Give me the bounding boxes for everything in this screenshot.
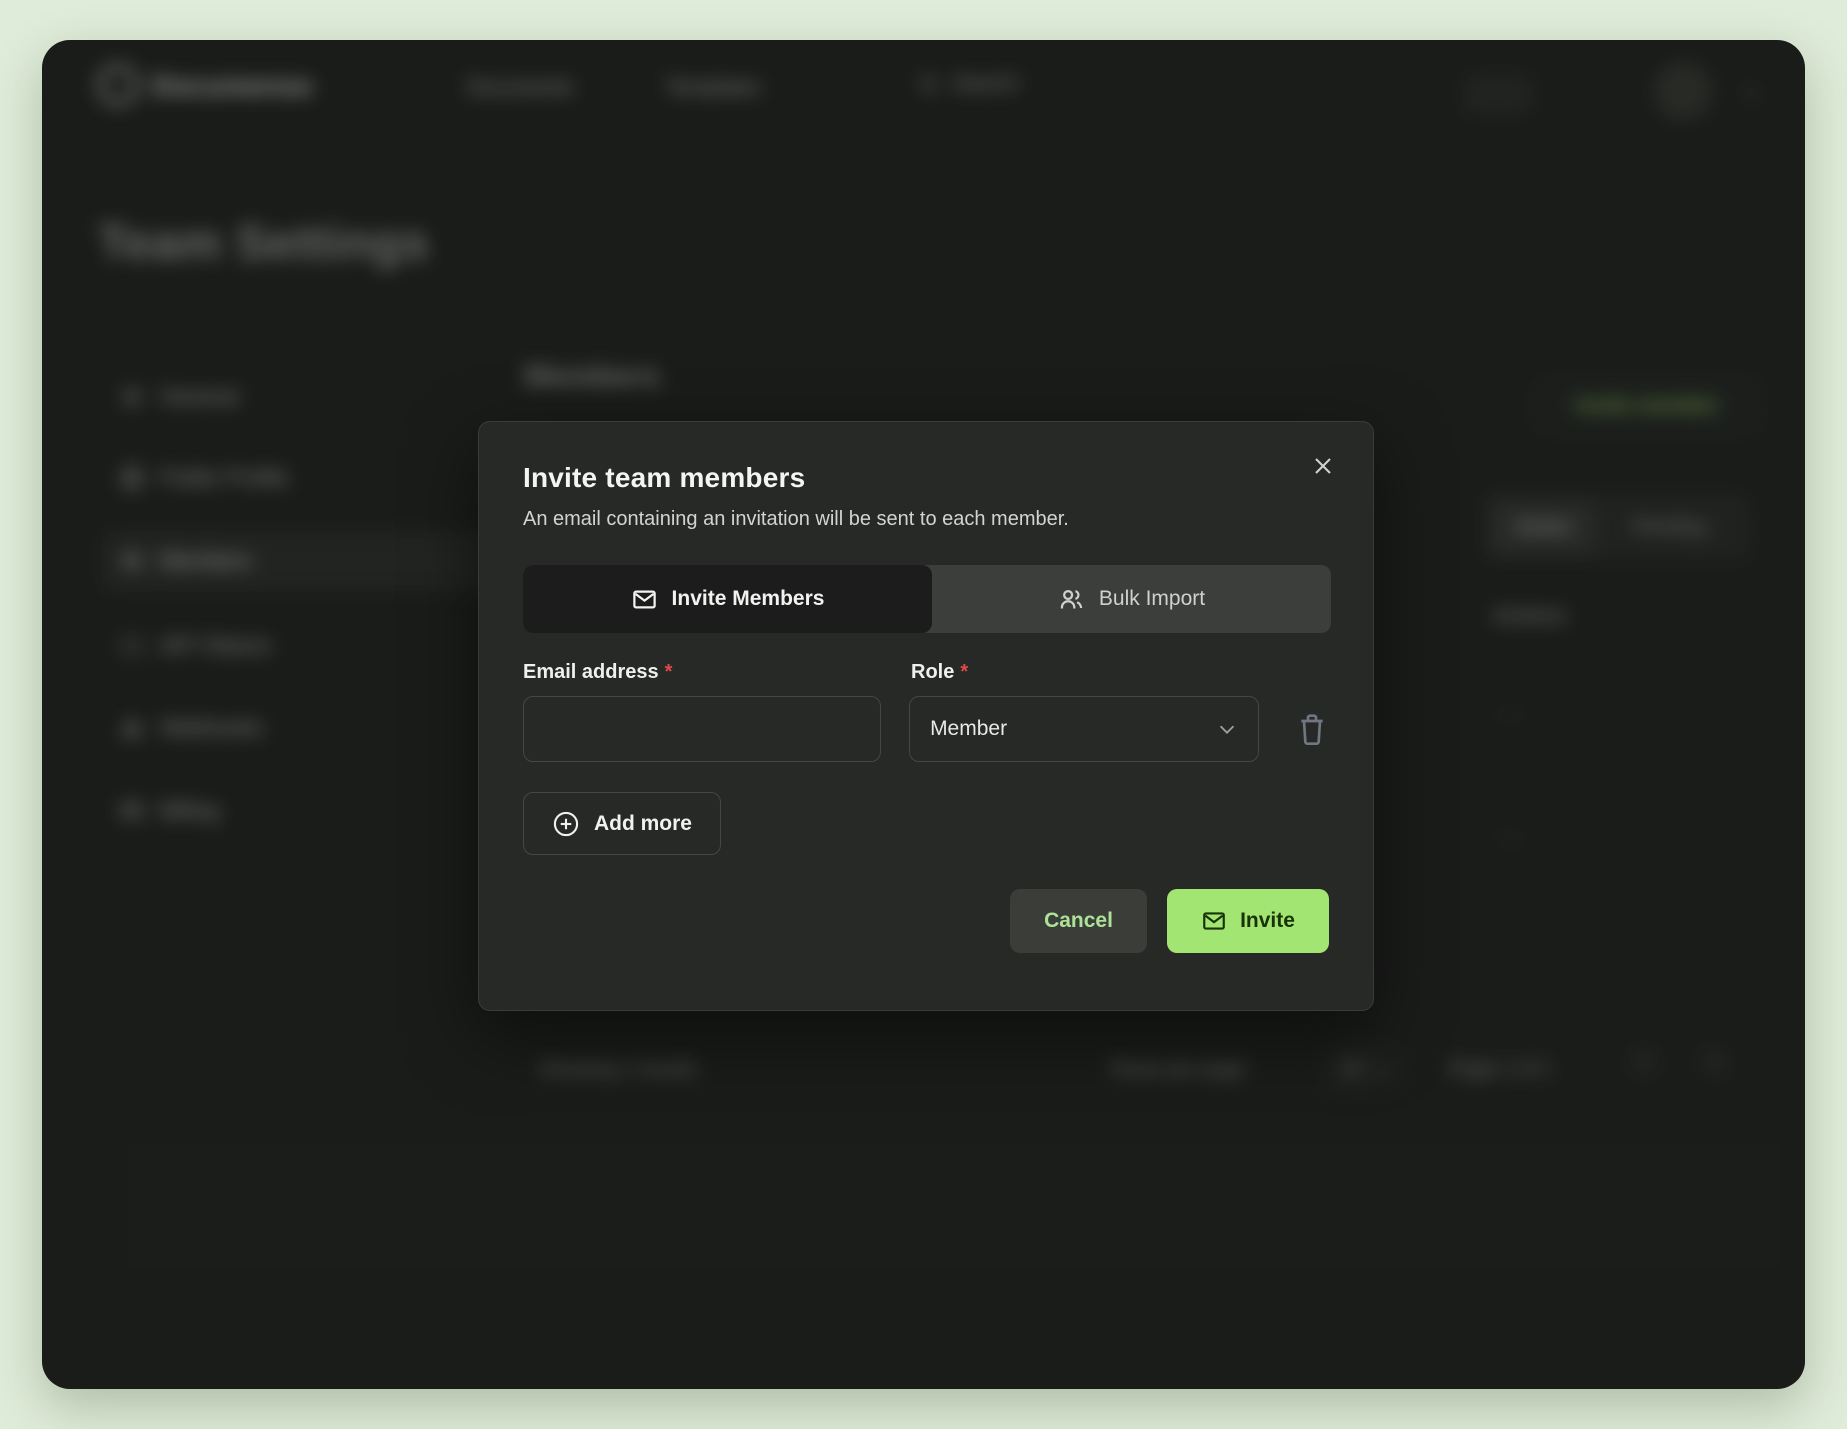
chevron-down-icon [1216,718,1238,740]
mail-icon [631,586,658,613]
email-input[interactable] [523,696,881,762]
invite-button[interactable]: Invite [1167,889,1329,953]
role-select-value: Member [930,717,1007,741]
users-icon [1058,586,1085,613]
plus-circle-icon [552,810,580,838]
required-asterisk: * [665,661,673,683]
cancel-button[interactable]: Cancel [1010,889,1147,953]
email-label-text: Email address [523,661,659,683]
trash-icon [1296,711,1328,747]
app-window: Documenso Documents Templates Search Tea… [42,40,1805,1389]
invite-row: Member [523,696,1329,762]
tab-invite-members[interactable]: Invite Members [523,565,932,633]
close-icon [1311,454,1335,478]
dialog-subtitle: An email containing an invitation will b… [523,508,1329,531]
required-asterisk: * [960,661,968,683]
mail-icon [1201,908,1227,934]
invite-team-members-dialog: Invite team members An email containing … [478,421,1374,1011]
role-label: Role * [911,661,1299,684]
tab-label: Invite Members [672,587,825,611]
tab-bulk-import[interactable]: Bulk Import [932,565,1331,633]
remove-row-button[interactable] [1295,710,1329,748]
tab-label: Bulk Import [1099,587,1205,611]
add-more-label: Add more [594,812,692,836]
close-button[interactable] [1309,452,1337,480]
invite-button-label: Invite [1240,909,1295,933]
role-label-text: Role [911,661,954,683]
role-select[interactable]: Member [909,696,1259,762]
dialog-title: Invite team members [523,462,1329,494]
email-address-label: Email address * [523,661,911,684]
add-more-button[interactable]: Add more [523,792,721,855]
dialog-footer: Cancel Invite [523,889,1329,953]
field-labels-row: Email address * Role * [523,661,1329,684]
invite-mode-tabs: Invite Members Bulk Import [523,565,1331,633]
